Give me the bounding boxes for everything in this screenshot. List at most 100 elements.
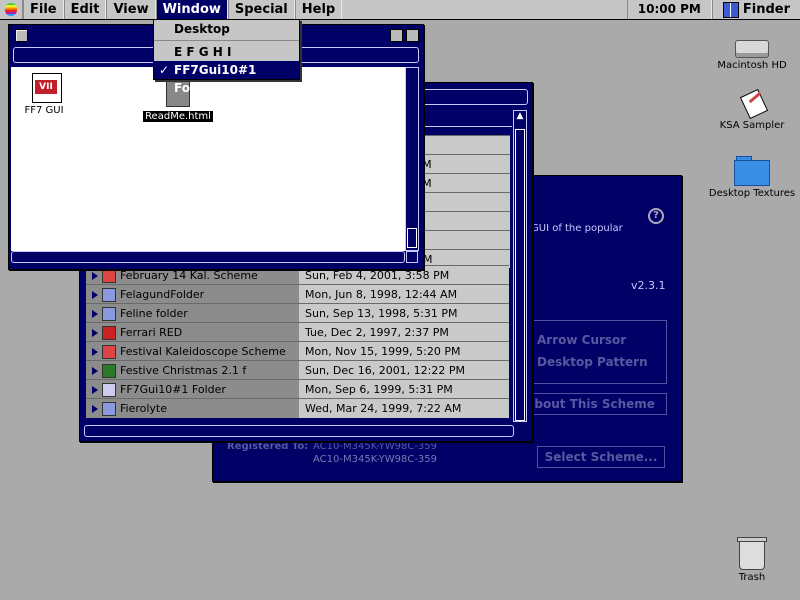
- select-scheme-button[interactable]: Select Scheme...: [537, 446, 665, 468]
- disclosure-triangle-icon[interactable]: [92, 347, 98, 356]
- help-icon[interactable]: ?: [648, 208, 664, 224]
- menubar-clock[interactable]: 10:00 PM: [626, 0, 712, 19]
- menu-edit[interactable]: Edit: [63, 0, 107, 19]
- macintosh-hd-label: Macintosh HD: [717, 60, 787, 71]
- desktop-textures-label: Desktop Textures: [708, 188, 796, 199]
- list-row-date: Mon, Jun 8, 1998, 12:44 AM: [299, 285, 509, 304]
- options-box: Arrow Cursor Desktop Pattern: [513, 320, 667, 384]
- registered-to-label: Registered To:: [227, 441, 309, 452]
- scheme-icon: [102, 344, 116, 359]
- readme-label: ReadMe.html: [143, 111, 213, 122]
- window-menu-item-efghi[interactable]: E F G H I: [154, 43, 299, 61]
- list-row[interactable]: FF7Gui10#1 Folder Mon, Sep 6, 1999, 5:31 …: [86, 379, 509, 399]
- desktop-icon-desktop-textures[interactable]: Desktop Textures: [700, 156, 800, 199]
- list-row[interactable]: Festive Christmas 2.1 f Sun, Dec 16, 2001…: [86, 360, 509, 380]
- folder-grid-icon: [102, 382, 116, 397]
- list-row-name-cell: Festive Christmas 2.1 f: [86, 361, 299, 380]
- disclosure-triangle-icon[interactable]: [92, 328, 98, 337]
- registration-code-1: AC10-M345K-YW98C-359: [313, 441, 438, 452]
- close-box[interactable]: [15, 29, 28, 42]
- folder-scroll-thumb[interactable]: [407, 228, 417, 248]
- window-menu-item-desktop-label: Desktop: [174, 22, 230, 36]
- disclosure-triangle-icon[interactable]: [92, 309, 98, 318]
- list-row[interactable]: Feline folder Sun, Sep 13, 1998, 5:31 PM: [86, 303, 509, 323]
- option-desktop-pattern[interactable]: Desktop Pattern: [537, 355, 648, 369]
- menubar-right: 10:00 PM Finder: [626, 0, 800, 19]
- list-row-name: February 14 Kal. Scheme: [120, 269, 258, 282]
- christmas-icon: [102, 363, 116, 378]
- list-row-name: Ferrari RED: [120, 326, 183, 339]
- list-row-name-cell: Feline folder: [86, 304, 299, 323]
- list-row-name: Feline folder: [120, 307, 188, 320]
- list-horizontal-scrollbar[interactable]: [84, 425, 514, 437]
- file-list: February 14 Kal. Scheme Sun, Feb 4, 2001,…: [86, 265, 509, 425]
- zoom-box[interactable]: [390, 29, 403, 42]
- list-row-date: Sun, Dec 16, 2001, 12:22 PM: [299, 361, 509, 380]
- application-menu[interactable]: Finder: [711, 0, 800, 19]
- scheme-description: GUI of the popular: [531, 223, 623, 234]
- hard-drive-icon: [735, 40, 769, 58]
- list-row[interactable]: Fierolyte Wed, Mar 24, 1999, 7:22 AM: [86, 398, 509, 418]
- menu-view[interactable]: View: [106, 0, 156, 19]
- folder-icon: [102, 287, 116, 302]
- list-row-name-cell: FelagundFolder: [86, 285, 299, 304]
- scheme-icon: [102, 268, 116, 283]
- list-row-name: FF7Gui10#1 Folder: [120, 383, 226, 396]
- ff7-gui-item[interactable]: VII FF7 GUI: [24, 73, 67, 116]
- desktop-icon-ksa-sampler[interactable]: KSA Sampler: [712, 88, 792, 131]
- resize-box[interactable]: [406, 251, 418, 263]
- disclosure-triangle-icon[interactable]: [92, 385, 98, 394]
- list-row-name-cell: Ferrari RED: [86, 323, 299, 342]
- window-menu-item-desktop[interactable]: Desktop: [154, 20, 299, 38]
- menu-window[interactable]: Window: [155, 0, 228, 19]
- option-arrow-cursor[interactable]: Arrow Cursor: [537, 333, 626, 347]
- menu-help[interactable]: Help: [294, 0, 343, 19]
- list-row-name: FelagundFolder: [120, 288, 205, 301]
- list-row-name-cell: Festival Kaleidoscope Scheme: [86, 342, 299, 361]
- window-menu-item-efghi-label: E F G H I: [174, 45, 232, 59]
- window-menu-dropdown: Desktop E F G H I ✓ FF7Gui10#1 Folder: [153, 19, 300, 95]
- ff7-gui-label: FF7 GUI: [24, 105, 64, 116]
- folder-icon: [734, 156, 770, 186]
- list-row[interactable]: FelagundFolder Mon, Jun 8, 1998, 12:44 AM: [86, 284, 509, 304]
- trash-label: Trash: [738, 572, 766, 583]
- ff7-app-icon: VII: [32, 73, 62, 103]
- list-row-name: Fierolyte: [120, 402, 168, 415]
- menu-special[interactable]: Special: [227, 0, 295, 19]
- apple-logo-icon: [5, 3, 17, 16]
- list-row-date: Mon, Sep 6, 1999, 5:31 PM: [299, 380, 509, 399]
- folder-icon: [102, 306, 116, 321]
- list-row-date: Sun, Sep 13, 1998, 5:31 PM: [299, 304, 509, 323]
- list-row[interactable]: Festival Kaleidoscope Scheme Mon, Nov 15,…: [86, 341, 509, 361]
- desktop-icon-trash[interactable]: Trash: [727, 537, 777, 583]
- disclosure-triangle-icon[interactable]: [92, 271, 98, 280]
- folder-icon: [102, 401, 116, 416]
- apple-menu[interactable]: [0, 0, 23, 19]
- disclosure-triangle-icon[interactable]: [92, 366, 98, 375]
- folder-vertical-scrollbar[interactable]: [405, 67, 419, 251]
- collapse-box[interactable]: [406, 29, 419, 42]
- window-menu-item-ff7-folder[interactable]: ✓ FF7Gui10#1 Folder: [154, 61, 299, 95]
- scroll-up-arrow[interactable]: ▲: [514, 111, 526, 121]
- checkmark-icon: ✓: [159, 63, 170, 77]
- list-scroll-thumb[interactable]: [515, 129, 525, 421]
- pen-document-icon: [737, 88, 769, 120]
- about-scheme-button[interactable]: About This Scheme: [513, 393, 667, 415]
- menu-bar: File Edit View Window Special Help 10:00…: [0, 0, 800, 20]
- disclosure-triangle-icon[interactable]: [92, 290, 98, 299]
- menu-file[interactable]: File: [23, 0, 64, 19]
- list-vertical-scrollbar[interactable]: ▲: [513, 110, 527, 422]
- ferrari-icon: [102, 325, 116, 340]
- list-row-name: Festive Christmas 2.1 f: [120, 364, 247, 377]
- application-menu-label: Finder: [742, 2, 790, 17]
- list-row[interactable]: Ferrari RED Tue, Dec 2, 1997, 2:37 PM: [86, 322, 509, 342]
- disclosure-triangle-icon[interactable]: [92, 404, 98, 413]
- registration-code-2: AC10-M345K-YW98C-359: [313, 454, 438, 465]
- trash-icon: [737, 537, 767, 570]
- list-row-name-cell: FF7Gui10#1 Folder: [86, 380, 299, 399]
- folder-horizontal-scrollbar[interactable]: [11, 251, 405, 263]
- list-row-name: Festival Kaleidoscope Scheme: [120, 345, 286, 358]
- list-row-date: Mon, Nov 15, 1999, 5:20 PM: [299, 342, 509, 361]
- desktop-icon-macintosh-hd[interactable]: Macintosh HD: [712, 40, 792, 71]
- ksa-sampler-label: KSA Sampler: [719, 120, 785, 131]
